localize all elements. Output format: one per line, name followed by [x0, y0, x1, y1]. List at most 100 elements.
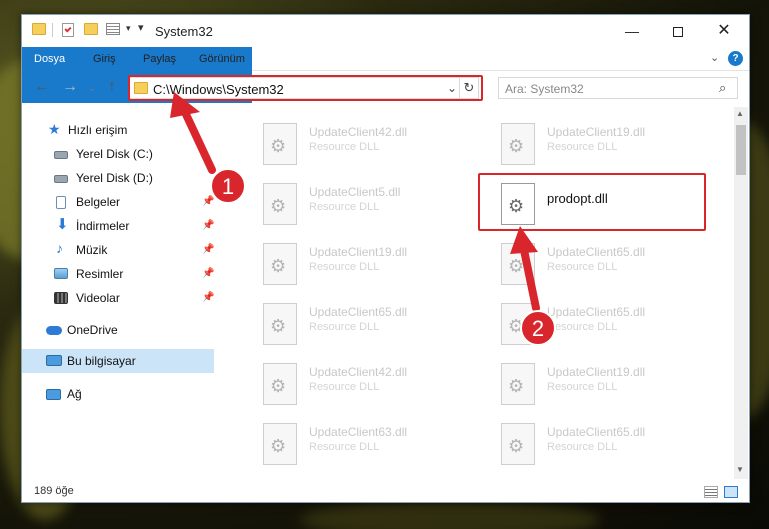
- file-name: UpdateClient65.dll: [309, 305, 408, 319]
- maximize-button[interactable]: [655, 15, 701, 47]
- new-folder-icon[interactable]: [84, 23, 98, 35]
- background-blob: [300, 500, 600, 529]
- address-highlight: [128, 75, 483, 101]
- file-type: Resource DLL: [547, 381, 618, 393]
- dll-file-icon: ⚙: [263, 303, 297, 345]
- nav-item-this-pc[interactable]: Bu bilgisayar: [22, 349, 214, 373]
- file-item[interactable]: ⚙ UpdateClient63.dll Resource DLL: [257, 417, 487, 473]
- file-item[interactable]: ⚙ UpdateClient19.dll Resource DLL: [257, 237, 487, 293]
- file-item[interactable]: ⚙ UpdateClient65.dll Resource DLL: [495, 417, 725, 473]
- nav-item-documents[interactable]: Belgeler 📌: [22, 191, 214, 213]
- dll-file-icon: ⚙: [501, 363, 535, 405]
- file-type: Resource DLL: [547, 441, 618, 453]
- folder-icon: [32, 23, 46, 35]
- nav-label: Ağ: [67, 387, 82, 401]
- file-type: Resource DLL: [309, 201, 380, 213]
- file-name: UpdateClient42.dll: [309, 365, 408, 379]
- dll-file-icon: ⚙: [501, 123, 535, 165]
- close-button[interactable]: ✕: [701, 15, 747, 47]
- ribbon-expand-icon[interactable]: ⌄: [710, 51, 719, 64]
- drive-icon: [54, 151, 68, 159]
- title-bar: ▾ ▾ System32 — ✕: [22, 15, 749, 47]
- scroll-up-icon[interactable]: ▲: [736, 109, 744, 118]
- scrollbar-thumb[interactable]: [736, 125, 746, 175]
- window-title: System32: [155, 24, 213, 39]
- nav-item-local-disk-c[interactable]: Yerel Disk (C:): [22, 143, 214, 165]
- drive-icon: [54, 175, 68, 183]
- file-name: UpdateClient65.dll: [547, 425, 646, 439]
- file-type: Resource DLL: [309, 441, 380, 453]
- minimize-button[interactable]: —: [609, 15, 655, 47]
- nav-item-videos[interactable]: Videolar 📌: [22, 287, 214, 309]
- search-box[interactable]: Ara: System32 ⌕: [498, 77, 738, 99]
- dll-file-icon: ⚙: [263, 183, 297, 225]
- file-type: Resource DLL: [547, 261, 618, 273]
- dll-file-icon: ⚙: [263, 363, 297, 405]
- file-name: UpdateClient42.dll: [309, 125, 408, 139]
- help-icon[interactable]: ?: [728, 51, 743, 66]
- download-icon: ⬇: [56, 216, 69, 233]
- properties-icon[interactable]: [62, 23, 74, 37]
- pin-icon[interactable]: 📌: [202, 191, 214, 213]
- file-type: Resource DLL: [309, 321, 380, 333]
- file-item[interactable]: ⚙ UpdateClient42.dll Resource DLL: [257, 357, 487, 413]
- nav-item-music[interactable]: ♪ Müzik 📌: [22, 239, 214, 261]
- ribbon: Dosya Giriş Paylaş Görünüm ⌄ ?: [22, 47, 749, 103]
- file-item[interactable]: ⚙ UpdateClient5.dll Resource DLL: [257, 177, 487, 233]
- item-count: 189 öğe: [34, 485, 74, 497]
- pictures-icon: [54, 268, 68, 279]
- nav-label: Videolar: [76, 291, 120, 305]
- file-type: Resource DLL: [309, 381, 380, 393]
- file-highlight: [478, 173, 706, 231]
- up-arrow-icon[interactable]: ↑: [108, 79, 116, 95]
- separator: [52, 23, 53, 37]
- large-icons-view-icon[interactable]: [724, 486, 738, 498]
- forward-arrow-icon[interactable]: →: [62, 79, 78, 95]
- pin-icon[interactable]: 📌: [202, 263, 214, 285]
- vertical-scrollbar[interactable]: ▲ ▼: [734, 107, 748, 479]
- nav-item-local-disk-d[interactable]: Yerel Disk (D:): [22, 167, 214, 189]
- nav-item-network[interactable]: Ağ: [22, 383, 214, 405]
- back-arrow-icon[interactable]: ←: [34, 79, 50, 95]
- file-name: UpdateClient19.dll: [309, 245, 408, 259]
- nav-item-onedrive[interactable]: OneDrive: [22, 319, 214, 341]
- details-view-icon[interactable]: [704, 486, 718, 498]
- recent-locations-icon[interactable]: ⌄: [88, 81, 96, 97]
- file-item[interactable]: ⚙ UpdateClient65.dll Resource DLL: [495, 237, 725, 293]
- pin-icon[interactable]: 📌: [202, 287, 214, 309]
- nav-label: Belgeler: [76, 195, 121, 209]
- pin-icon[interactable]: 📌: [202, 239, 214, 261]
- pin-icon[interactable]: 📌: [202, 215, 214, 237]
- explorer-window: ▾ ▾ System32 — ✕ Dosya Giriş Paylaş Görü…: [21, 14, 750, 503]
- file-item[interactable]: ⚙ UpdateClient19.dll Resource DLL: [495, 117, 725, 173]
- file-type: Resource DLL: [547, 141, 618, 153]
- file-item[interactable]: ⚙ UpdateClient65.dll Resource DLL: [257, 297, 487, 353]
- tab-view[interactable]: Görünüm: [199, 47, 245, 71]
- documents-icon: [56, 196, 66, 209]
- nav-label: Müzik: [76, 243, 108, 257]
- view-options-icon[interactable]: [106, 23, 120, 35]
- toolbar-dropdown-icon[interactable]: ▾: [138, 21, 144, 34]
- nav-label: İndirmeler: [76, 219, 130, 233]
- file-name: UpdateClient63.dll: [309, 425, 408, 439]
- nav-label: OneDrive: [67, 323, 118, 337]
- scroll-down-icon[interactable]: ▼: [736, 465, 744, 474]
- customize-dropdown-icon[interactable]: ▾: [126, 23, 131, 34]
- file-name: UpdateClient19.dll: [547, 125, 646, 139]
- nav-label: Yerel Disk (D:): [76, 171, 153, 185]
- dll-file-icon: ⚙: [501, 423, 535, 465]
- nav-item-pictures[interactable]: Resimler 📌: [22, 263, 214, 285]
- dll-file-icon: ⚙: [501, 303, 535, 345]
- tab-share[interactable]: Paylaş: [143, 47, 176, 71]
- tab-home[interactable]: Giriş: [93, 47, 116, 71]
- nav-item-downloads[interactable]: ⬇ İndirmeler 📌: [22, 215, 214, 237]
- file-type: Resource DLL: [309, 261, 380, 273]
- cloud-icon: [46, 326, 62, 335]
- nav-label: Yerel Disk (C:): [76, 147, 153, 161]
- file-item[interactable]: ⚙ UpdateClient65.dll Resource DLL: [495, 297, 725, 353]
- file-item[interactable]: ⚙ UpdateClient19.dll Resource DLL: [495, 357, 725, 413]
- nav-item-quick-access[interactable]: ★ Hızlı erişim: [22, 119, 214, 141]
- dll-file-icon: ⚙: [263, 123, 297, 165]
- file-name: UpdateClient5.dll: [309, 185, 401, 199]
- file-item[interactable]: ⚙ UpdateClient42.dll Resource DLL: [257, 117, 487, 173]
